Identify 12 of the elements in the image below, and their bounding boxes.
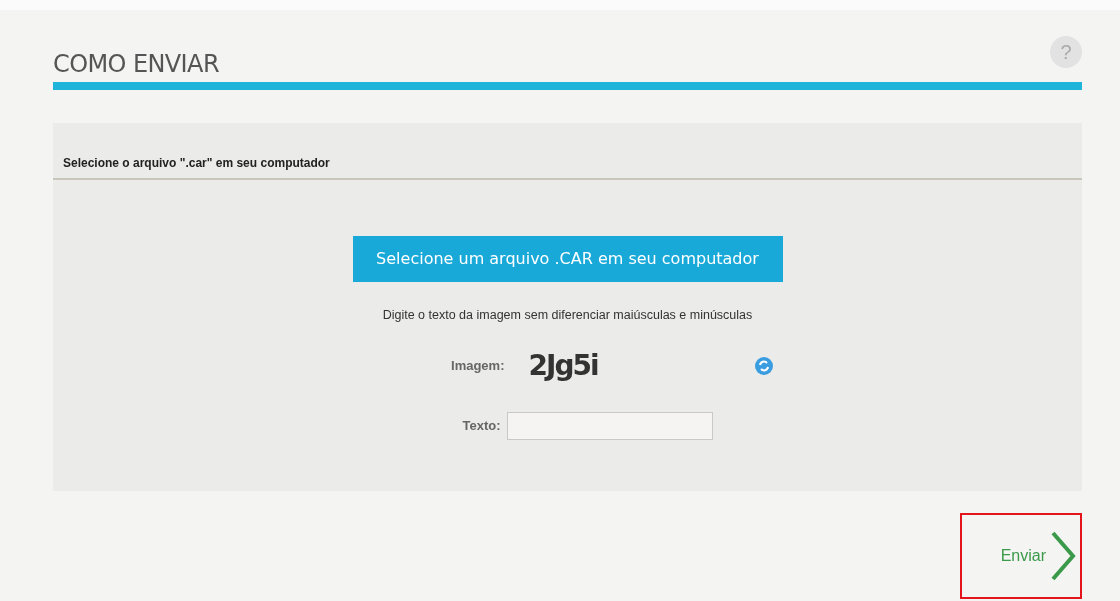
captcha-image: 2Jg5i	[528, 348, 598, 384]
image-label: Imagem:	[450, 357, 505, 376]
upload-button[interactable]: Selecione um arquivo .CAR em seu computador	[352, 236, 783, 282]
section-heading: Selecione o arquivo ".car" em seu computador	[63, 156, 330, 170]
text-label: Texto:	[462, 417, 501, 436]
captcha-instructions: Digite o texto da imagem sem diferenciar maiúsculas e minúsculas	[382, 307, 753, 324]
page-title: COMO ENVIAR	[53, 52, 219, 76]
help-icon[interactable]: ?	[1050, 36, 1082, 68]
captcha-input-field[interactable]	[506, 412, 713, 440]
refresh-icon[interactable]	[754, 357, 773, 375]
chevron-right-icon	[1050, 531, 1076, 581]
send-button[interactable]: Enviar	[960, 513, 1082, 599]
